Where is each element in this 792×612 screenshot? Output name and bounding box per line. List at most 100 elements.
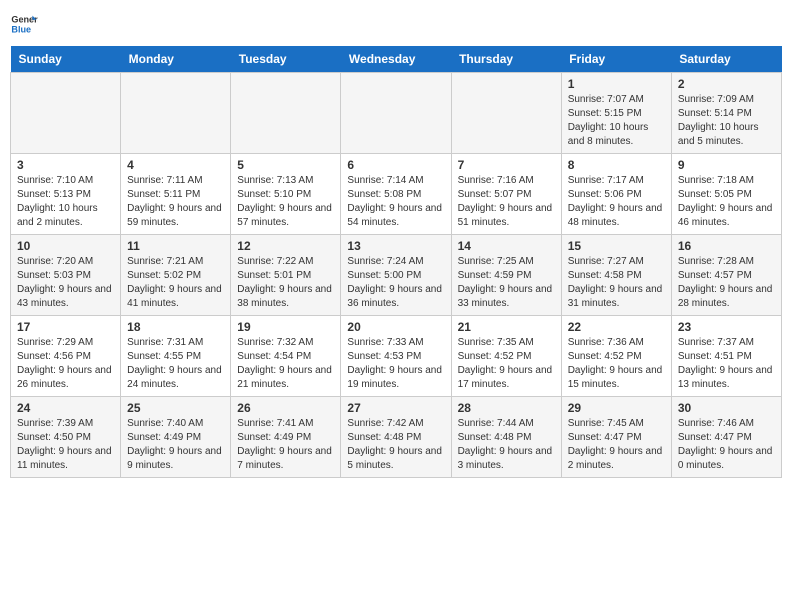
calendar-cell: 20 Sunrise: 7:33 AM Sunset: 4:53 PM Dayli… — [341, 316, 451, 397]
calendar-cell: 25 Sunrise: 7:40 AM Sunset: 4:49 PM Dayli… — [121, 397, 231, 478]
day-number: 29 — [568, 401, 665, 415]
day-number: 8 — [568, 158, 665, 172]
calendar-cell: 3 Sunrise: 7:10 AM Sunset: 5:13 PM Daylig… — [11, 154, 121, 235]
calendar-cell: 23 Sunrise: 7:37 AM Sunset: 4:51 PM Dayli… — [671, 316, 781, 397]
calendar-cell: 15Sunrise: 7:27 AM Sunset: 4:58 PM Dayli… — [561, 235, 671, 316]
calendar-cell: 16Sunrise: 7:28 AM Sunset: 4:57 PM Dayli… — [671, 235, 781, 316]
calendar-cell: 17Sunrise: 7:29 AM Sunset: 4:56 PM Dayli… — [11, 316, 121, 397]
day-info: Sunrise: 7:16 AM Sunset: 5:07 PM Dayligh… — [458, 174, 555, 230]
weekday-header: Saturday — [671, 46, 781, 73]
day-info: Sunrise: 7:13 AM Sunset: 5:10 PM Dayligh… — [237, 174, 334, 230]
logo-icon: General Blue — [10, 10, 38, 38]
calendar-cell: 8Sunrise: 7:17 AM Sunset: 5:06 PM Daylig… — [561, 154, 671, 235]
calendar-cell: 19 Sunrise: 7:32 AM Sunset: 4:54 PM Dayli… — [231, 316, 341, 397]
day-number: 13 — [347, 239, 444, 253]
day-number: 28 — [458, 401, 555, 415]
day-number: 20 — [347, 320, 444, 334]
day-number: 4 — [127, 158, 224, 172]
day-info: Sunrise: 7:21 AM Sunset: 5:02 PM Dayligh… — [127, 255, 224, 311]
day-number: 9 — [678, 158, 775, 172]
day-number: 18 — [127, 320, 224, 334]
day-info: Sunrise: 7:10 AM Sunset: 5:13 PM Dayligh… — [17, 174, 114, 230]
day-info: Sunrise: 7:20 AM Sunset: 5:03 PM Dayligh… — [17, 255, 114, 311]
calendar-cell — [121, 73, 231, 154]
calendar-header: SundayMondayTuesdayWednesdayThursdayFrid… — [11, 46, 782, 73]
day-number: 24 — [17, 401, 114, 415]
day-info: Sunrise: 7:35 AM Sunset: 4:52 PM Dayligh… — [458, 336, 555, 392]
day-info: Sunrise: 7:27 AM Sunset: 4:58 PM Dayligh… — [568, 255, 665, 311]
day-info: Sunrise: 7:14 AM Sunset: 5:08 PM Dayligh… — [347, 174, 444, 230]
calendar-week: 24 Sunrise: 7:39 AM Sunset: 4:50 PM Dayli… — [11, 397, 782, 478]
page-header: General Blue — [10, 10, 782, 38]
calendar-cell — [231, 73, 341, 154]
calendar-cell: 26 Sunrise: 7:41 AM Sunset: 4:49 PM Dayli… — [231, 397, 341, 478]
day-number: 1 — [568, 77, 665, 91]
day-info: Sunrise: 7:40 AM Sunset: 4:49 PM Dayligh… — [127, 417, 224, 473]
day-number: 23 — [678, 320, 775, 334]
calendar-cell — [451, 73, 561, 154]
day-number: 11 — [127, 239, 224, 253]
calendar-cell: 4 Sunrise: 7:11 AM Sunset: 5:11 PM Daylig… — [121, 154, 231, 235]
day-number: 3 — [17, 158, 114, 172]
calendar-cell: 5 Sunrise: 7:13 AM Sunset: 5:10 PM Daylig… — [231, 154, 341, 235]
day-number: 22 — [568, 320, 665, 334]
day-info: Sunrise: 7:07 AM Sunset: 5:15 PM Dayligh… — [568, 93, 665, 149]
calendar-week: 1 Sunrise: 7:07 AM Sunset: 5:15 PM Daylig… — [11, 73, 782, 154]
weekday-header: Monday — [121, 46, 231, 73]
weekday-header: Wednesday — [341, 46, 451, 73]
weekday-header: Thursday — [451, 46, 561, 73]
day-number: 5 — [237, 158, 334, 172]
svg-text:Blue: Blue — [11, 24, 31, 34]
calendar-table: SundayMondayTuesdayWednesdayThursdayFrid… — [10, 46, 782, 478]
calendar-cell: 10 Sunrise: 7:20 AM Sunset: 5:03 PM Dayli… — [11, 235, 121, 316]
day-number: 21 — [458, 320, 555, 334]
calendar-cell — [11, 73, 121, 154]
weekday-header: Tuesday — [231, 46, 341, 73]
day-info: Sunrise: 7:39 AM Sunset: 4:50 PM Dayligh… — [17, 417, 114, 473]
day-info: Sunrise: 7:22 AM Sunset: 5:01 PM Dayligh… — [237, 255, 334, 311]
day-number: 7 — [458, 158, 555, 172]
calendar-cell: 27Sunrise: 7:42 AM Sunset: 4:48 PM Dayli… — [341, 397, 451, 478]
day-info: Sunrise: 7:33 AM Sunset: 4:53 PM Dayligh… — [347, 336, 444, 392]
calendar-cell: 18 Sunrise: 7:31 AM Sunset: 4:55 PM Dayli… — [121, 316, 231, 397]
day-number: 25 — [127, 401, 224, 415]
calendar-cell: 9 Sunrise: 7:18 AM Sunset: 5:05 PM Daylig… — [671, 154, 781, 235]
day-info: Sunrise: 7:41 AM Sunset: 4:49 PM Dayligh… — [237, 417, 334, 473]
day-number: 26 — [237, 401, 334, 415]
day-info: Sunrise: 7:18 AM Sunset: 5:05 PM Dayligh… — [678, 174, 775, 230]
day-number: 27 — [347, 401, 444, 415]
calendar-cell: 29 Sunrise: 7:45 AM Sunset: 4:47 PM Dayli… — [561, 397, 671, 478]
day-info: Sunrise: 7:45 AM Sunset: 4:47 PM Dayligh… — [568, 417, 665, 473]
calendar-week: 17Sunrise: 7:29 AM Sunset: 4:56 PM Dayli… — [11, 316, 782, 397]
day-number: 12 — [237, 239, 334, 253]
day-info: Sunrise: 7:24 AM Sunset: 5:00 PM Dayligh… — [347, 255, 444, 311]
calendar-cell: 14 Sunrise: 7:25 AM Sunset: 4:59 PM Dayli… — [451, 235, 561, 316]
calendar-cell: 12 Sunrise: 7:22 AM Sunset: 5:01 PM Dayli… — [231, 235, 341, 316]
day-info: Sunrise: 7:32 AM Sunset: 4:54 PM Dayligh… — [237, 336, 334, 392]
calendar-week: 10 Sunrise: 7:20 AM Sunset: 5:03 PM Dayli… — [11, 235, 782, 316]
day-info: Sunrise: 7:44 AM Sunset: 4:48 PM Dayligh… — [458, 417, 555, 473]
day-info: Sunrise: 7:09 AM Sunset: 5:14 PM Dayligh… — [678, 93, 775, 149]
day-info: Sunrise: 7:36 AM Sunset: 4:52 PM Dayligh… — [568, 336, 665, 392]
calendar-cell: 13 Sunrise: 7:24 AM Sunset: 5:00 PM Dayli… — [341, 235, 451, 316]
calendar-cell: 11 Sunrise: 7:21 AM Sunset: 5:02 PM Dayli… — [121, 235, 231, 316]
calendar-cell: 2 Sunrise: 7:09 AM Sunset: 5:14 PM Daylig… — [671, 73, 781, 154]
calendar-cell: 30Sunrise: 7:46 AM Sunset: 4:47 PM Dayli… — [671, 397, 781, 478]
day-number: 16 — [678, 239, 775, 253]
day-info: Sunrise: 7:11 AM Sunset: 5:11 PM Dayligh… — [127, 174, 224, 230]
day-info: Sunrise: 7:37 AM Sunset: 4:51 PM Dayligh… — [678, 336, 775, 392]
day-number: 17 — [17, 320, 114, 334]
day-info: Sunrise: 7:31 AM Sunset: 4:55 PM Dayligh… — [127, 336, 224, 392]
day-info: Sunrise: 7:46 AM Sunset: 4:47 PM Dayligh… — [678, 417, 775, 473]
day-number: 2 — [678, 77, 775, 91]
calendar-cell: 6Sunrise: 7:14 AM Sunset: 5:08 PM Daylig… — [341, 154, 451, 235]
day-number: 10 — [17, 239, 114, 253]
calendar-cell: 28 Sunrise: 7:44 AM Sunset: 4:48 PM Dayli… — [451, 397, 561, 478]
day-number: 19 — [237, 320, 334, 334]
calendar-week: 3 Sunrise: 7:10 AM Sunset: 5:13 PM Daylig… — [11, 154, 782, 235]
calendar-cell: 24 Sunrise: 7:39 AM Sunset: 4:50 PM Dayli… — [11, 397, 121, 478]
logo: General Blue — [10, 10, 40, 38]
day-number: 14 — [458, 239, 555, 253]
calendar-cell: 22 Sunrise: 7:36 AM Sunset: 4:52 PM Dayli… — [561, 316, 671, 397]
day-info: Sunrise: 7:25 AM Sunset: 4:59 PM Dayligh… — [458, 255, 555, 311]
